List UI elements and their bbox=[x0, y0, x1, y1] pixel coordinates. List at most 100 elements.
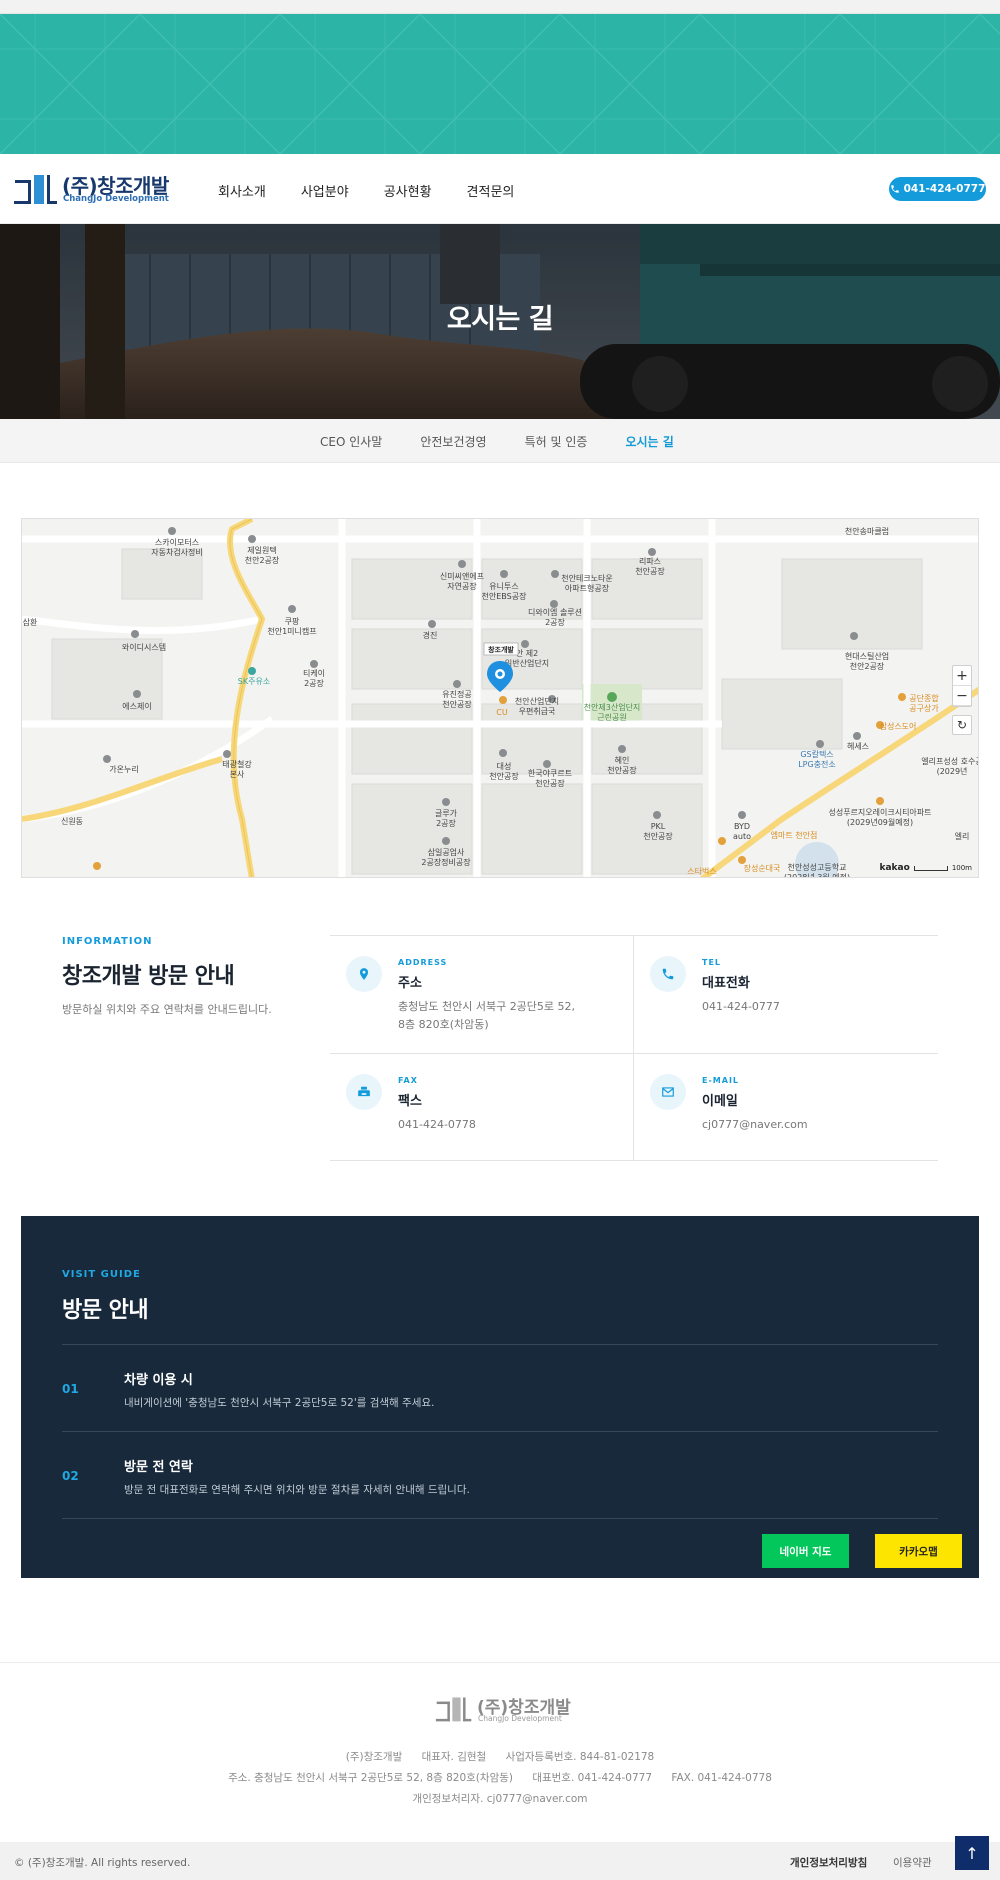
nav-item-business[interactable]: 사업분야 bbox=[301, 181, 349, 200]
svg-text:천안1미니캠프: 천안1미니캠프 bbox=[267, 626, 316, 636]
svg-text:천안공장: 천안공장 bbox=[643, 831, 673, 841]
guide-item: 02 방문 전 연락 방문 전 대표전화로 연락해 주시면 위치와 방문 절차를… bbox=[62, 1431, 938, 1519]
tab-directions[interactable]: 오시는 길 bbox=[625, 433, 673, 450]
svg-text:2공장정비공장: 2공장정비공장 bbox=[421, 857, 471, 867]
svg-text:(2029년: (2029년 bbox=[937, 766, 968, 776]
mail-icon bbox=[650, 1074, 686, 1110]
svg-text:현대스틸산업: 현대스틸산업 bbox=[845, 651, 889, 661]
zoom-out-button[interactable]: − bbox=[953, 686, 971, 706]
svg-text:자동차검사정비: 자동차검사정비 bbox=[151, 547, 203, 557]
svg-text:자연공장: 자연공장 bbox=[447, 581, 477, 591]
guide-title: 방문 안내 bbox=[62, 1298, 149, 1323]
logo-mark-icon bbox=[14, 175, 57, 204]
map-marker-label: 창조개발 bbox=[488, 645, 514, 654]
info-description: 방문하실 위치와 주요 연락처를 안내드립니다. bbox=[62, 1003, 272, 1016]
guide-item: 01 차량 이용 시 내비게이션에 '충청남도 천안시 서북구 2공단5로 52… bbox=[62, 1344, 938, 1432]
nav-item-estimate[interactable]: 견적문의 bbox=[467, 181, 515, 200]
svg-text:스카이모터스: 스카이모터스 bbox=[155, 537, 199, 547]
naver-map-button[interactable]: 네이버 지도 bbox=[762, 1534, 849, 1568]
header-tel-button[interactable]: 041-424-0777 bbox=[889, 177, 986, 201]
site-footer: (주)창조개발 ChangJo Development (주)창조개발 대표자.… bbox=[0, 1662, 1000, 1842]
svg-text:auto: auto bbox=[733, 832, 751, 841]
tab-patents[interactable]: 특허 및 인증 bbox=[525, 433, 588, 450]
top-banner-pattern bbox=[0, 14, 1000, 154]
tel-value[interactable]: 041-424-0777 bbox=[702, 998, 780, 1016]
tab-safety-management[interactable]: 안전보건경영 bbox=[420, 433, 486, 450]
email-card: E-MAIL 이메일 cj0777@naver.com bbox=[634, 1054, 934, 1164]
map-attribution: kakao 100m bbox=[880, 863, 973, 873]
email-label: E-MAIL bbox=[702, 1076, 740, 1085]
svg-text:SK주유소: SK주유소 bbox=[238, 677, 270, 686]
top-utility-bar bbox=[0, 0, 1000, 14]
main-nav: 회사소개 사업분야 공사현황 견적문의 bbox=[218, 181, 549, 200]
zoom-in-button[interactable]: + bbox=[953, 666, 971, 686]
svg-text:안 제2: 안 제2 bbox=[516, 648, 538, 658]
hero-banner: 오시는 길 bbox=[0, 224, 1000, 419]
svg-text:경진: 경진 bbox=[423, 630, 438, 640]
footer-tel: 대표번호. 041-424-0777 bbox=[532, 1772, 653, 1784]
svg-text:삼환: 삼환 bbox=[23, 617, 38, 627]
email-value[interactable]: cj0777@naver.com bbox=[702, 1116, 808, 1134]
map-refresh-button[interactable]: ↻ bbox=[952, 715, 972, 735]
phone-icon bbox=[650, 956, 686, 992]
svg-text:천안공장: 천안공장 bbox=[442, 699, 472, 709]
svg-text:장성순대국: 장성순대국 bbox=[744, 863, 781, 873]
svg-text:유진정공: 유진정공 bbox=[442, 689, 471, 699]
svg-text:글루가: 글루가 bbox=[435, 809, 458, 818]
footer-logo[interactable]: (주)창조개발 ChangJo Development bbox=[435, 1695, 575, 1725]
svg-text:PKL: PKL bbox=[651, 822, 666, 831]
svg-text:천안송마클럽: 천안송마클럽 bbox=[845, 526, 889, 536]
svg-text:일반산업단지: 일반산업단지 bbox=[505, 658, 549, 668]
svg-text:공구상가: 공구상가 bbox=[909, 703, 939, 713]
footer-contact-info: 주소. 충청남도 천안시 서북구 2공단5로 52, 8층 820호(차암동) … bbox=[0, 1770, 1000, 1785]
svg-text:LPG충전소: LPG충전소 bbox=[798, 759, 836, 769]
svg-text:천안공장: 천안공장 bbox=[489, 771, 519, 781]
terms-link[interactable]: 이용약관 bbox=[893, 1855, 932, 1870]
scroll-top-button[interactable]: ↑ bbox=[955, 1836, 989, 1870]
svg-text:혜인: 혜인 bbox=[615, 755, 630, 765]
svg-text:천안산업단지: 천안산업단지 bbox=[515, 696, 559, 706]
svg-text:대성: 대성 bbox=[497, 762, 512, 771]
svg-text:(2029년09월예정): (2029년09월예정) bbox=[847, 817, 913, 827]
header-tel-number: 041-424-0777 bbox=[903, 183, 986, 195]
fax-title: 팩스 bbox=[398, 1094, 422, 1109]
hero-title: 오시는 길 bbox=[446, 304, 554, 335]
svg-text:천안EBS공장: 천안EBS공장 bbox=[482, 591, 528, 601]
svg-text:2공장: 2공장 bbox=[304, 678, 324, 688]
footer-address: 주소. 충청남도 천안시 서북구 2공단5로 52, 8층 820호(차암동) bbox=[228, 1772, 513, 1784]
map-scale-bar bbox=[913, 865, 948, 871]
contact-info-grid: ADDRESS 주소 충청남도 천안시 서북구 2공단5로 52, 8층 820… bbox=[330, 935, 938, 1161]
map-zoom-controls: + − bbox=[952, 665, 972, 707]
svg-text:BYD: BYD bbox=[734, 822, 750, 831]
nav-item-company[interactable]: 회사소개 bbox=[218, 181, 266, 200]
svg-text:엘리: 엘리 bbox=[955, 831, 970, 841]
footer-biz-no: 사업자등록번호. 844-81-02178 bbox=[505, 1751, 655, 1763]
footer-logo-subtitle: ChangJo Development bbox=[478, 1714, 562, 1723]
svg-text:에스제이: 에스제이 bbox=[122, 701, 151, 711]
nav-item-projects[interactable]: 공사현황 bbox=[384, 181, 432, 200]
svg-text:천안공장: 천안공장 bbox=[535, 778, 565, 788]
svg-text:유니투스: 유니투스 bbox=[489, 581, 518, 591]
footer-company: (주)창조개발 bbox=[345, 1751, 403, 1763]
fax-label: FAX bbox=[398, 1076, 418, 1085]
guide-eyebrow: VISIT GUIDE bbox=[62, 1269, 141, 1280]
address-title: 주소 bbox=[398, 976, 422, 991]
footer-privacy-officer: 개인정보처리자. cj0777@naver.com bbox=[0, 1791, 1000, 1806]
svg-text:천안공장: 천안공장 bbox=[635, 566, 665, 576]
tel-label: TEL bbox=[702, 958, 722, 967]
location-map[interactable]: 스카이모터스 자동차검사정비 제일원텍 천안2공장 신미씨앤에프 자연공장 유니투스 천… bbox=[21, 518, 979, 878]
svg-text:천안공장: 천안공장 bbox=[607, 765, 637, 775]
phone-icon bbox=[890, 185, 899, 193]
tel-card: TEL 대표전화 041-424-0777 bbox=[634, 936, 934, 1046]
tab-ceo-greeting[interactable]: CEO 인사말 bbox=[320, 433, 382, 450]
map-brand-label: kakao bbox=[879, 863, 910, 873]
footer-logo-mark-icon bbox=[435, 1697, 472, 1722]
map-scale-label: 100m bbox=[951, 864, 972, 872]
kakao-map-button[interactable]: 카카오맵 bbox=[875, 1534, 962, 1568]
svg-text:본사: 본사 bbox=[230, 770, 245, 779]
privacy-policy-link[interactable]: 개인정보처리방침 bbox=[790, 1855, 867, 1870]
svg-text:한국야쿠르트: 한국야쿠르트 bbox=[528, 768, 572, 778]
address-card: ADDRESS 주소 충청남도 천안시 서북구 2공단5로 52, 8층 820… bbox=[330, 936, 630, 1046]
site-logo[interactable]: (주)창조개발 ChangJo Development bbox=[14, 172, 169, 206]
svg-text:쿠팡: 쿠팡 bbox=[285, 616, 300, 626]
